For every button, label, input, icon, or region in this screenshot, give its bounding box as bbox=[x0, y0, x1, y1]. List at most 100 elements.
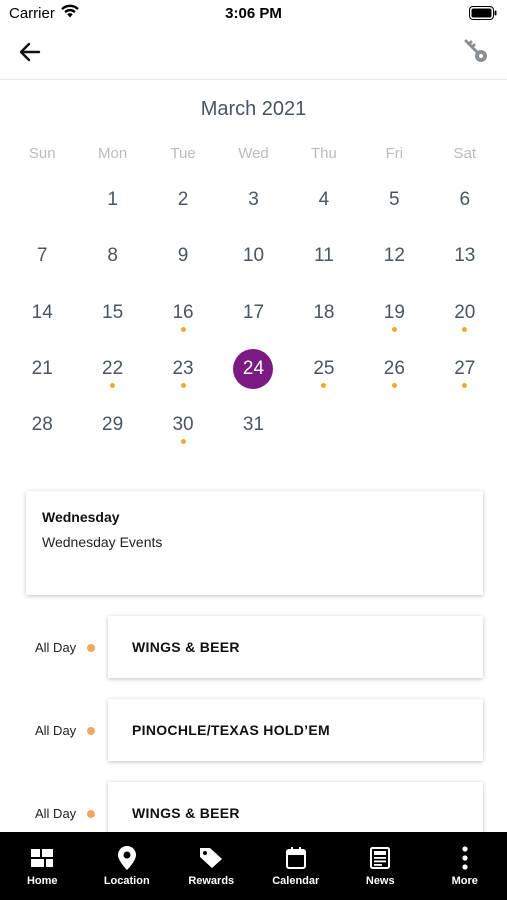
weekday-label: Mon bbox=[98, 145, 128, 162]
calendar-day[interactable]: 4 bbox=[289, 172, 359, 228]
event-dot bbox=[87, 810, 95, 818]
day-number: 28 bbox=[31, 414, 53, 436]
more-vertical-icon bbox=[453, 846, 477, 870]
event-dot bbox=[87, 644, 95, 652]
weekday-label: Wed bbox=[238, 145, 269, 162]
event-time: All Day bbox=[35, 806, 77, 821]
calendar-blank bbox=[7, 172, 77, 228]
calendar-day[interactable]: 15 bbox=[77, 285, 147, 341]
status-bar: Carrier 3:06 PM bbox=[0, 0, 507, 28]
weekday-label: Fri bbox=[385, 145, 404, 162]
back-button[interactable] bbox=[14, 38, 46, 70]
key-button[interactable] bbox=[459, 36, 493, 70]
calendar-day[interactable]: 7 bbox=[7, 228, 77, 284]
day-number: 18 bbox=[313, 301, 335, 323]
calendar-day[interactable]: 23 bbox=[148, 341, 218, 397]
event-indicator-dot bbox=[462, 326, 468, 332]
calendar-day[interactable]: 27 bbox=[430, 341, 500, 397]
tab-location[interactable]: Location bbox=[85, 832, 170, 900]
calendar-day[interactable]: 16 bbox=[148, 285, 218, 341]
arrow-left-icon bbox=[19, 42, 41, 67]
day-number: 1 bbox=[107, 189, 118, 211]
nav-bar bbox=[0, 28, 507, 80]
calendar-grid: 1 2 3 4 5 6 7 8 9 10 11 12 13 14 15 16 17 18 19 20 21 22 23 24 2… bbox=[7, 172, 500, 453]
calendar-day[interactable]: 10 bbox=[218, 228, 288, 284]
location-pin-icon bbox=[115, 846, 139, 870]
weekday-label: Sun bbox=[28, 145, 56, 162]
event-time: All Day bbox=[35, 640, 77, 655]
calendar-day[interactable]: 19 bbox=[359, 285, 429, 341]
event-indicator-dot bbox=[180, 382, 186, 388]
event-card[interactable]: WINGS & BEER bbox=[108, 616, 483, 678]
calendar-day[interactable]: 28 bbox=[7, 397, 77, 453]
day-number: 14 bbox=[31, 301, 53, 323]
day-number: 6 bbox=[459, 189, 471, 211]
status-time: 3:06 PM bbox=[225, 5, 282, 22]
day-card-title: Wednesday bbox=[42, 509, 120, 525]
event-dot bbox=[87, 727, 95, 735]
tab-label: Home bbox=[26, 875, 58, 887]
calendar-day[interactable]: 18 bbox=[289, 285, 359, 341]
day-number: 8 bbox=[107, 245, 118, 267]
day-number: 2 bbox=[177, 189, 189, 211]
tab-home[interactable]: Home bbox=[0, 832, 85, 900]
event-indicator-dot bbox=[180, 326, 186, 332]
calendar-day[interactable]: 20 bbox=[430, 285, 500, 341]
tab-label: Rewards bbox=[188, 875, 235, 887]
calendar-day[interactable]: 12 bbox=[359, 228, 429, 284]
calendar-day[interactable]: 22 bbox=[77, 341, 147, 397]
calendar-day[interactable]: 26 bbox=[359, 341, 429, 397]
day-number: 9 bbox=[177, 245, 189, 267]
event-card[interactable]: PINOCHLE/TEXAS HOLD’EM bbox=[108, 699, 483, 761]
calendar-day[interactable]: 11 bbox=[289, 228, 359, 284]
key-icon bbox=[462, 37, 490, 70]
battery-icon bbox=[469, 6, 497, 25]
day-number: 12 bbox=[383, 245, 405, 267]
calendar-day[interactable]: 8 bbox=[77, 228, 147, 284]
event-time: All Day bbox=[35, 723, 77, 738]
calendar-day[interactable]: 2 bbox=[148, 172, 218, 228]
tab-rewards[interactable]: Rewards bbox=[169, 832, 254, 900]
day-number: 11 bbox=[314, 245, 334, 267]
calendar-day-selected[interactable]: 24 bbox=[218, 341, 288, 397]
calendar-day[interactable]: 6 bbox=[430, 172, 500, 228]
event-indicator-dot bbox=[180, 439, 186, 445]
event-row: All Day WINGS & BEER bbox=[0, 616, 507, 678]
calendar-day[interactable]: 9 bbox=[148, 228, 218, 284]
weekday-label: Thu bbox=[310, 145, 337, 162]
event-title: PINOCHLE/TEXAS HOLD’EM bbox=[132, 722, 330, 738]
day-number: 13 bbox=[454, 245, 476, 267]
tab-more[interactable]: More bbox=[423, 832, 507, 900]
calendar-day[interactable]: 31 bbox=[218, 397, 288, 453]
calendar-day[interactable]: 21 bbox=[7, 341, 77, 397]
tab-news[interactable]: News bbox=[338, 832, 423, 900]
event-indicator-dot bbox=[391, 382, 397, 388]
weekday-label: Sat bbox=[453, 145, 477, 162]
day-number: 21 bbox=[31, 358, 53, 380]
day-number: 3 bbox=[248, 189, 259, 211]
calendar-day[interactable]: 14 bbox=[7, 285, 77, 341]
newspaper-icon bbox=[368, 846, 392, 870]
selected-day-card: Wednesday Wednesday Events bbox=[26, 491, 483, 595]
calendar-day[interactable]: 5 bbox=[359, 172, 429, 228]
day-card-subtitle: Wednesday Events bbox=[42, 534, 163, 550]
day-number: 15 bbox=[102, 301, 124, 323]
tab-label: Location bbox=[103, 875, 150, 887]
calendar-day[interactable]: 30 bbox=[148, 397, 218, 453]
event-title: WINGS & BEER bbox=[132, 805, 240, 821]
tab-calendar[interactable]: Calendar bbox=[254, 832, 339, 900]
calendar-day[interactable]: 13 bbox=[430, 228, 500, 284]
calendar-day[interactable]: 3 bbox=[218, 172, 288, 228]
day-number: 5 bbox=[389, 189, 400, 211]
calendar-day[interactable]: 25 bbox=[289, 341, 359, 397]
day-number: 7 bbox=[36, 245, 48, 267]
day-number: 31 bbox=[242, 414, 265, 436]
weekday-header: Sun Mon Tue Wed Thu Fri Sat bbox=[7, 145, 500, 162]
calendar-day[interactable]: 17 bbox=[218, 285, 288, 341]
month-title: March 2021 bbox=[200, 98, 307, 120]
tag-icon bbox=[199, 846, 223, 870]
calendar-icon bbox=[284, 846, 308, 870]
calendar-day[interactable]: 1 bbox=[77, 172, 147, 228]
calendar-day[interactable]: 29 bbox=[77, 397, 147, 453]
event-indicator-dot bbox=[391, 326, 397, 332]
